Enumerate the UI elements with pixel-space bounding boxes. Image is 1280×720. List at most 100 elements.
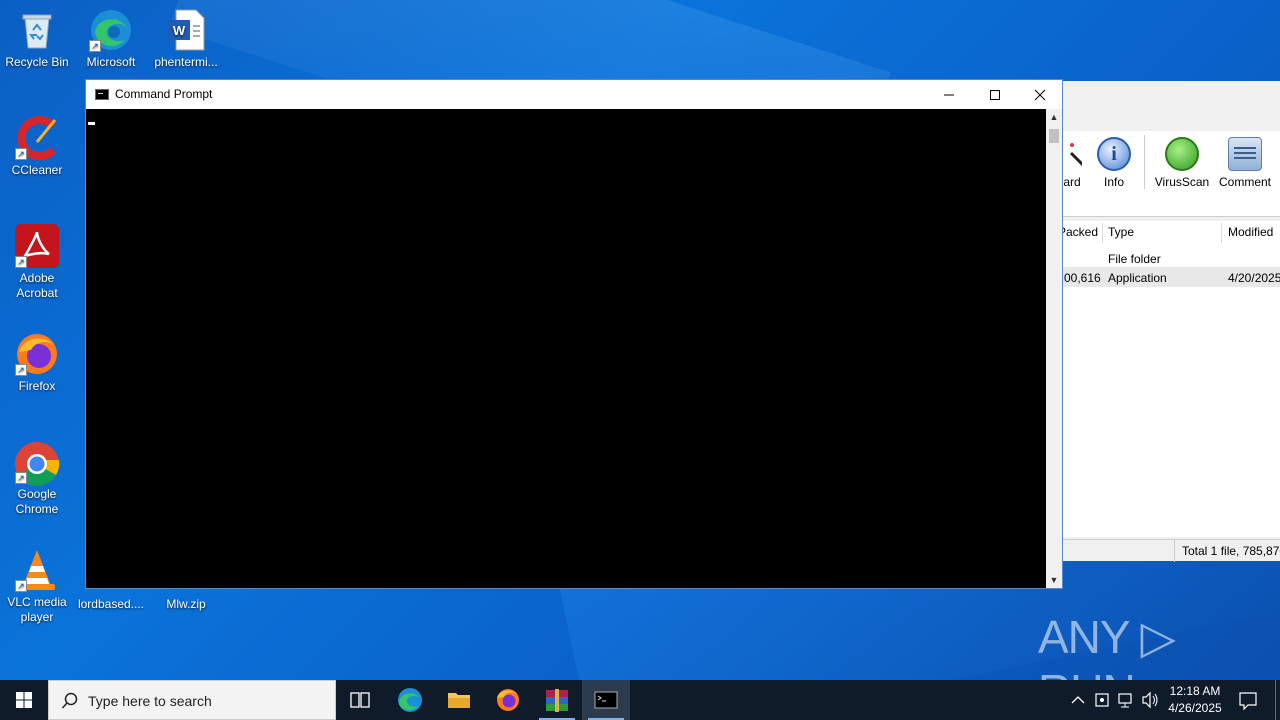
- tray-device-button[interactable]: [1092, 680, 1112, 720]
- info-icon: i: [1097, 137, 1131, 171]
- vertical-scrollbar[interactable]: ▲ ▼: [1046, 109, 1062, 588]
- taskbar-command-prompt[interactable]: [582, 680, 630, 720]
- desktop-icon-mlw-zip[interactable]: Mlw.zip: [148, 597, 224, 612]
- desktop-icon-label: Firefox: [18, 379, 56, 393]
- folder-icon: [448, 693, 470, 708]
- desktop-icon-edge[interactable]: ↗ Microsoft Edge: [73, 8, 149, 70]
- windows-logo-icon: [16, 692, 32, 708]
- taskbar-file-explorer[interactable]: [435, 680, 483, 720]
- clock-date: 4/26/2025: [1168, 701, 1222, 715]
- taskbar-edge[interactable]: [386, 680, 434, 720]
- task-view-icon: [350, 692, 370, 708]
- taskbar-firefox[interactable]: [484, 680, 532, 720]
- shortcut-arrow-icon: ↗: [15, 472, 27, 484]
- scroll-down-arrow-icon[interactable]: ▼: [1046, 572, 1062, 588]
- ccleaner-icon: ↗: [15, 116, 59, 160]
- toolbar-comment-button[interactable]: Comment: [1216, 137, 1274, 189]
- vlc-icon: ↗: [15, 548, 59, 592]
- search-icon: [61, 692, 79, 713]
- toolbar-wizard-button[interactable]: ard: [1062, 137, 1082, 189]
- desktop-icon-label: Adobe Acrobat: [16, 271, 58, 300]
- cmd-icon: [594, 691, 618, 709]
- notification-icon: [1239, 692, 1257, 711]
- console-output-area[interactable]: [86, 109, 1046, 588]
- column-header-packed[interactable]: Packed: [1058, 225, 1100, 239]
- winrar-icon: [546, 689, 568, 712]
- toolbar-separator: [1144, 135, 1145, 189]
- toolbar-virusscan-button[interactable]: VirusScan: [1154, 137, 1210, 189]
- volume-icon: [1142, 691, 1158, 709]
- taskbar-clock[interactable]: 12:18 AM 4/26/2025: [1160, 683, 1230, 717]
- taskbar-search-box[interactable]: Type here to search: [48, 680, 336, 720]
- recycle-bin-icon: [15, 8, 59, 52]
- maximize-icon: [989, 86, 1001, 102]
- adobe-acrobat-icon: ↗: [15, 224, 59, 268]
- word-document-icon: W: [164, 8, 208, 52]
- window-titlebar[interactable]: Command Prompt: [86, 80, 1062, 109]
- minimize-icon: [943, 86, 955, 102]
- archive-toolbar: ard i Info VirusScan Comment: [1062, 131, 1280, 217]
- network-icon: [1118, 693, 1132, 708]
- scroll-up-arrow-icon[interactable]: ▲: [1046, 109, 1062, 125]
- desktop-icon-label: VLC media player: [7, 595, 67, 624]
- desktop-icon-label: Microsoft Edge: [86, 55, 136, 69]
- desktop-icon-vlc[interactable]: ↗ VLC media player: [0, 548, 75, 625]
- close-button[interactable]: [1017, 80, 1063, 109]
- desktop-icon-recycle-bin[interactable]: Recycle Bin: [0, 8, 75, 70]
- desktop-icon-word-doc[interactable]: W phentermi...: [148, 8, 224, 70]
- edge-icon: ↗: [89, 8, 133, 52]
- cmd-icon: [95, 89, 109, 100]
- search-placeholder: Type here to search: [88, 693, 212, 709]
- start-button[interactable]: [0, 680, 48, 720]
- close-icon: [1034, 86, 1046, 102]
- chevron-up-icon: [1071, 696, 1085, 704]
- device-icon: [1095, 693, 1109, 707]
- row-type[interactable]: File folder: [1108, 252, 1161, 266]
- archive-file-list[interactable]: Packed Type Modified File folder 00,616 …: [1058, 221, 1280, 537]
- row-type: Application: [1108, 271, 1167, 285]
- show-desktop-button[interactable]: [1275, 680, 1276, 720]
- desktop-icon-adobe-acrobat[interactable]: ↗ Adobe Acrobat: [0, 224, 75, 301]
- column-header-type[interactable]: Type: [1108, 225, 1134, 239]
- archive-status-bar: Total 1 file, 785,870: [1062, 539, 1280, 562]
- desktop-icon-label: Mlw.zip: [166, 597, 206, 611]
- desktop-icon-lordbased[interactable]: lordbased....: [73, 597, 149, 612]
- firefox-icon: ↗: [15, 332, 59, 376]
- desktop-icon-google-chrome[interactable]: ↗ Google Chrome: [0, 440, 75, 517]
- firefox-icon: [497, 689, 519, 711]
- tray-network-button[interactable]: [1116, 680, 1136, 720]
- shortcut-arrow-icon: ↗: [15, 148, 27, 160]
- row-modified: 4/20/2025: [1228, 271, 1280, 285]
- shortcut-arrow-icon: ↗: [15, 256, 27, 268]
- desktop-icon-label: Recycle Bin: [5, 55, 69, 69]
- taskbar-winrar[interactable]: [533, 680, 581, 720]
- comment-icon: [1228, 137, 1262, 171]
- column-header-modified[interactable]: Modified: [1228, 225, 1273, 239]
- task-view-button[interactable]: [336, 680, 384, 720]
- text-cursor: [88, 122, 95, 125]
- svg-text:W: W: [173, 23, 186, 38]
- status-text: Total 1 file, 785,870: [1182, 544, 1280, 558]
- desktop-icon-label: CCleaner: [11, 163, 63, 177]
- shortcut-arrow-icon: ↗: [89, 40, 101, 52]
- scrollbar-thumb[interactable]: [1049, 129, 1059, 143]
- shortcut-arrow-icon: ↗: [15, 580, 27, 592]
- desktop-icon-firefox[interactable]: ↗ Firefox: [0, 332, 75, 394]
- virusscan-icon: [1165, 137, 1199, 171]
- command-prompt-window[interactable]: Command Prompt ▲ ▼: [85, 79, 1063, 589]
- shortcut-arrow-icon: ↗: [15, 364, 27, 376]
- taskbar: Type here to search 12:18 AM 4/26/2025: [0, 680, 1280, 720]
- chrome-icon: ↗: [15, 440, 60, 486]
- edge-icon: [398, 688, 422, 712]
- wizard-icon: [1062, 137, 1082, 171]
- maximize-button[interactable]: [972, 80, 1018, 109]
- desktop-icon-ccleaner[interactable]: ↗ CCleaner: [0, 116, 75, 178]
- clock-time: 12:18 AM: [1169, 684, 1221, 698]
- tray-volume-button[interactable]: [1140, 680, 1160, 720]
- window-title: Command Prompt: [115, 87, 213, 101]
- minimize-button[interactable]: [926, 80, 972, 109]
- toolbar-info-button[interactable]: i Info: [1096, 137, 1132, 189]
- show-hidden-icons-button[interactable]: [1068, 680, 1088, 720]
- action-center-button[interactable]: [1234, 680, 1262, 720]
- archive-window[interactable]: ard i Info VirusScan Comment Packed Type…: [1058, 81, 1280, 562]
